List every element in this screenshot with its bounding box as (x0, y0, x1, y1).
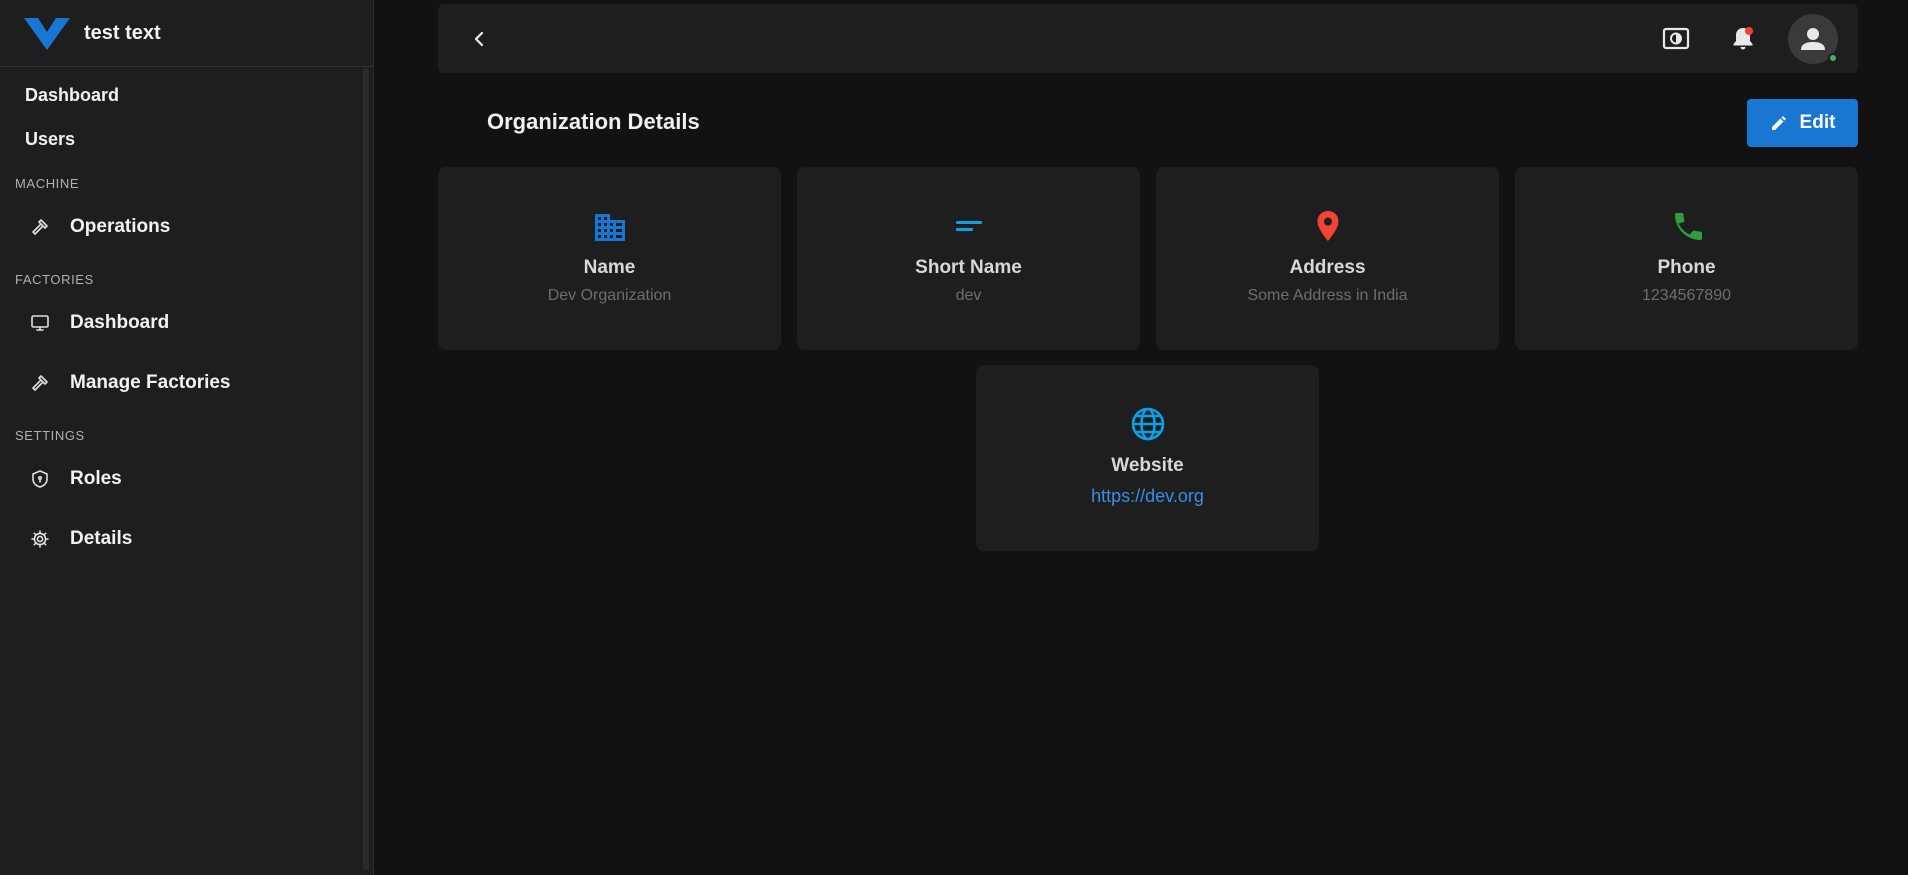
avatar[interactable] (1788, 13, 1838, 64)
brightness-icon (1662, 27, 1690, 49)
info-card-phone: Phone 1234567890 (1515, 167, 1858, 350)
short-text-icon (950, 207, 988, 245)
website-link[interactable]: https://dev.org (1091, 486, 1204, 507)
sidebar-item-factories-dashboard[interactable]: Dashboard (0, 293, 373, 353)
shield-icon (30, 469, 50, 489)
edit-button[interactable]: Edit (1747, 99, 1858, 147)
monitor-icon (30, 313, 50, 333)
notifications-button[interactable] (1728, 24, 1758, 54)
card-label: Address (1289, 257, 1366, 278)
back-button[interactable] (468, 27, 492, 51)
edit-button-label: Edit (1799, 112, 1836, 133)
card-value: 1234567890 (1642, 287, 1731, 304)
section-title-settings: SETTINGS (15, 428, 85, 443)
card-label: Name (583, 257, 636, 278)
online-status-indicator (1828, 52, 1838, 63)
phone-icon (1668, 207, 1706, 245)
brand-logo-icon (24, 18, 70, 50)
card-label: Phone (1657, 257, 1716, 278)
brand[interactable]: test text (0, 0, 373, 67)
globe-icon (1129, 405, 1167, 443)
notification-badge (1745, 26, 1753, 35)
card-value: Some Address in India (1247, 287, 1408, 304)
page-title: Organization Details (487, 109, 700, 134)
back-chevron-icon (474, 31, 484, 46)
theme-toggle-button[interactable] (1661, 24, 1691, 54)
sidebar-nav: Dashboard Users MACHINE Operations FACTO… (0, 67, 373, 569)
sidebar-item-dashboard[interactable]: Dashboard (0, 73, 373, 117)
sidebar-item-users[interactable]: Users (0, 117, 373, 161)
main-content: Organization Details Edit Name Dev Organ… (374, 0, 1908, 875)
sidebar-item-label: Operations (70, 216, 171, 237)
section-title-factories: FACTORIES (15, 272, 94, 287)
sidebar-item-label: Details (70, 528, 133, 549)
topbar-actions (1624, 13, 1838, 64)
hammer-icon (30, 373, 50, 393)
sidebar-item-label: Dashboard (70, 312, 170, 333)
sidebar-scrollbar[interactable] (363, 68, 369, 870)
sidebar-item-roles[interactable]: Roles (0, 449, 373, 509)
hammer-icon (30, 217, 50, 237)
card-label: Short Name (915, 257, 1022, 278)
sidebar-item-label: Roles (70, 468, 122, 489)
sidebar-item-manage-factories[interactable]: Manage Factories (0, 353, 373, 413)
card-label: Website (1111, 455, 1184, 476)
sidebar-item-details[interactable]: Details (0, 509, 373, 569)
section-title-machine: MACHINE (15, 176, 80, 191)
info-card-address: Address Some Address in India (1156, 167, 1499, 350)
sidebar-item-operations[interactable]: Operations (0, 197, 373, 257)
location-pin-icon (1309, 207, 1347, 245)
user-avatar-icon (1801, 27, 1825, 50)
app-root: test text Dashboard Users MACHINE Operat… (0, 0, 1908, 875)
sidebar: test text Dashboard Users MACHINE Operat… (0, 0, 374, 875)
sidebar-item-label: Manage Factories (70, 372, 231, 393)
info-card-name: Name Dev Organization (438, 167, 781, 350)
gear-icon (30, 529, 50, 549)
top-app-bar (438, 4, 1858, 73)
brand-title: test text (84, 21, 161, 44)
card-value: dev (955, 287, 982, 304)
info-card-short-name: Short Name dev (797, 167, 1140, 350)
card-value: Dev Organization (547, 287, 672, 304)
pencil-icon (1771, 116, 1786, 130)
info-card-website: Website https://dev.org (976, 365, 1319, 551)
building-icon (591, 207, 629, 245)
